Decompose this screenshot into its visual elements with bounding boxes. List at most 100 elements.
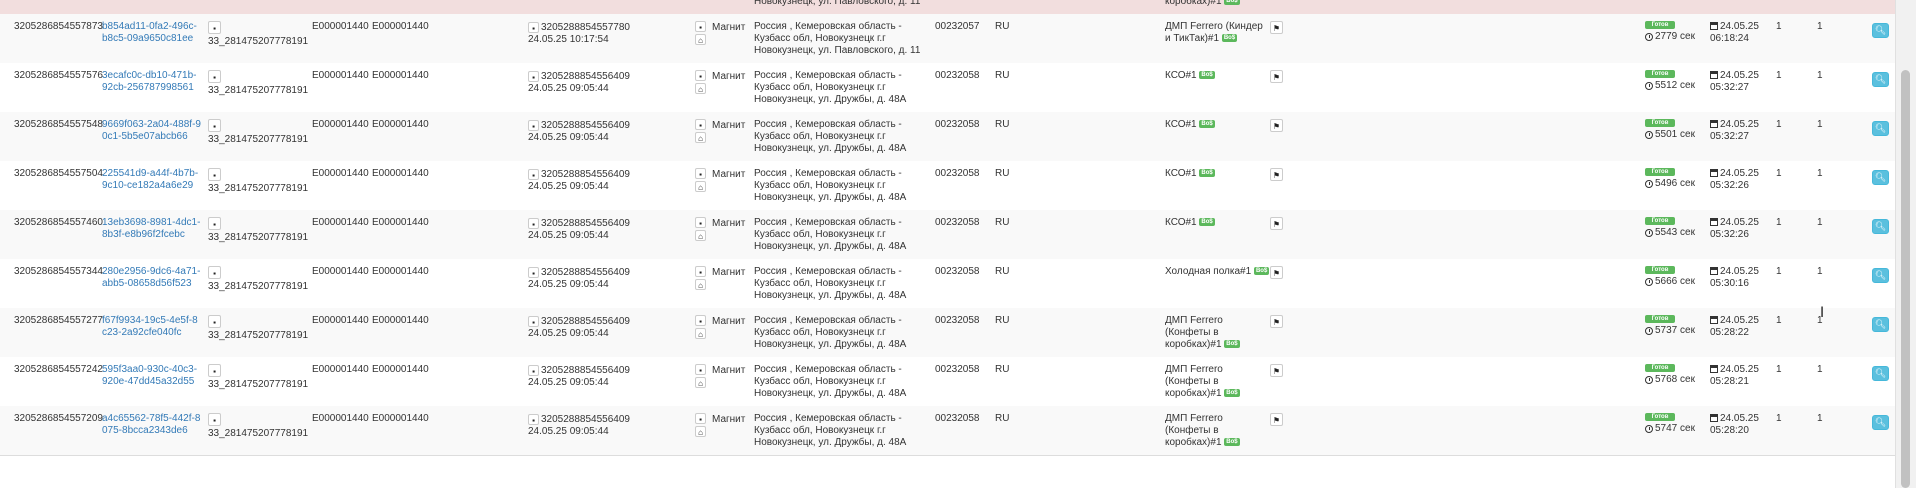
file-icon[interactable]: ▪ [528,267,539,278]
order-date: 24.05.25 09:05:44 [528,230,609,241]
file-icon[interactable]: ▪ [208,217,221,230]
order-cell: ▪ 3205288854556409 24.05.25 09:05:44 [528,168,630,193]
datetime-date: 24.05.25 [1720,168,1759,179]
search-button[interactable]: 🔍︎ [1872,170,1889,185]
clock-icon [1645,278,1653,286]
search-button[interactable]: 🔍︎ [1872,415,1889,430]
row-number: 3205286854557576 [14,70,103,81]
country-code: RU [995,266,1010,277]
file-icon[interactable]: ▪ [695,21,706,32]
file-icon[interactable]: ▪ [695,364,706,375]
file-icon[interactable]: ▪ [208,364,221,377]
flag-icon[interactable]: ⚑ [1270,364,1283,377]
status-badge: Готов [1645,168,1675,176]
status-cell: Готов 2779 сек [1645,21,1705,43]
calendar-icon [1710,22,1718,31]
flag-icon[interactable]: ⚑ [1270,119,1283,132]
search-button[interactable]: 🔍︎ [1872,317,1889,332]
home-icon[interactable]: ⌂ [695,34,706,46]
search-button[interactable]: 🔍︎ [1872,219,1889,234]
employee-code: E000001440 [312,315,369,326]
shop-name: Магнит [712,71,746,82]
flag-icon[interactable]: ⚑ [1270,315,1283,328]
home-icon[interactable]: ⌂ [695,132,706,144]
flag-icon[interactable]: ⚑ [1270,21,1283,34]
search-button[interactable]: 🔍︎ [1872,23,1889,38]
row-uuid-link[interactable]: b854ad11-0fa2-496c-b8c5-09a9650c81ee [102,21,202,45]
file-icon[interactable]: ▪ [695,119,706,130]
search-button[interactable]: 🔍︎ [1872,366,1889,381]
datetime-cell: 24.05.25 05:28:22 [1710,315,1770,339]
equipment: КСО#1 Bo$ [1165,217,1270,229]
home-icon[interactable]: ⌂ [695,83,706,95]
file-icon[interactable]: ▪ [695,70,706,81]
file-icon[interactable]: ▪ [208,168,221,181]
datetime-time: 06:18:24 [1710,33,1749,44]
country-code: RU [995,364,1010,375]
file-icon[interactable]: ▪ [695,266,706,277]
file-icon[interactable]: ▪ [528,120,539,131]
file-icon[interactable]: ▪ [208,70,221,83]
file-icon[interactable]: ▪ [208,119,221,132]
flag-icon[interactable]: ⚑ [1270,70,1283,83]
new-badge: Bo$ [1199,218,1215,227]
employee-code: E000001440 [312,266,369,277]
home-icon[interactable]: ⌂ [695,230,706,242]
home-icon[interactable]: ⌂ [695,377,706,389]
scrollbar-thumb[interactable] [1901,70,1910,488]
employee-code-2: E000001440 [372,70,429,81]
flag-cell: ⚑ [1270,168,1285,181]
flag-icon[interactable]: ⚑ [1270,217,1283,230]
duration-seconds: 5666 сек [1655,276,1695,287]
file-icon[interactable]: ▪ [695,168,706,179]
file-icon[interactable]: ▪ [208,21,221,34]
file-icon[interactable]: ▪ [528,218,539,229]
datetime-date: 24.05.25 [1720,413,1759,424]
store-code: 00232058 [935,217,980,228]
home-icon[interactable]: ⌂ [695,181,706,193]
file-icon[interactable]: ▪ [528,71,539,82]
file-icon[interactable]: ▪ [528,414,539,425]
row-uuid-link[interactable]: 225541d9-a44f-4b7b-9c10-ce182a4a6e29 [102,168,202,192]
row-uuid-link[interactable]: 9669f063-2a04-488f-90c1-5b5e07abcb66 [102,119,202,143]
row-uuid-link[interactable]: 3ecafc0c-db10-471b-92cb-256787998561 [102,70,202,94]
file-icon[interactable]: ▪ [528,365,539,376]
file-icon[interactable]: ▪ [208,315,221,328]
row-uuid-link[interactable]: f67f9934-19c5-4e5f-8c23-2a92cfe040fc [102,315,202,339]
file-icon[interactable]: ▪ [528,22,539,33]
employee-code-2: E000001440 [372,119,429,130]
flag-icon[interactable]: ⚑ [1270,266,1283,279]
text-cursor-icon: I [1820,305,1825,321]
calendar-icon [1710,365,1718,374]
row-uuid-link[interactable]: 280e2956-9dc6-4a71-abb5-08658d56f523 [102,266,202,290]
flag-icon[interactable]: ⚑ [1270,413,1283,426]
file-icon[interactable]: ▪ [695,413,706,424]
count-1: 1 [1776,70,1782,81]
table-row: 3205286854557504 225541d9-a44f-4b7b-9c10… [0,161,1896,211]
new-badge: Bo$ [1224,340,1240,349]
actions-cell: 🔍︎ [1872,72,1889,87]
flag-icon[interactable]: ⚑ [1270,168,1283,181]
address: Россия , Кемеровская область - Кузбасс о… [754,70,907,105]
file-icon[interactable]: ▪ [208,413,221,426]
row-uuid-link[interactable]: 13eb3698-8981-4dc1-8b3f-e8b96f2fcebc [102,217,202,241]
count-1: 1 [1776,315,1782,326]
search-button[interactable]: 🔍︎ [1872,121,1889,136]
country-code: RU [995,168,1010,179]
vertical-scrollbar[interactable] [1895,0,1916,488]
row-uuid-link[interactable]: 595f3aa0-930c-40c3-920e-47dd45a32d55 [102,364,202,388]
search-button[interactable]: 🔍︎ [1872,268,1889,283]
home-icon[interactable]: ⌂ [695,426,706,438]
file-icon[interactable]: ▪ [695,315,706,326]
file-icon[interactable]: ▪ [528,169,539,180]
home-icon[interactable]: ⌂ [695,279,706,291]
file-icon[interactable]: ▪ [695,217,706,228]
file-icon[interactable]: ▪ [528,316,539,327]
search-button[interactable]: 🔍︎ [1872,72,1889,87]
row-uuid-link[interactable]: a4c65562-78f5-442f-8075-8bcca2343de6 [102,413,202,437]
home-icon[interactable]: ⌂ [695,328,706,340]
file-icon[interactable]: ▪ [208,266,221,279]
table-row: 3205286854557277 f67f9934-19c5-4e5f-8c23… [0,308,1896,358]
store-code: 00232058 [935,266,980,277]
employee-code: E000001440 [312,21,369,32]
